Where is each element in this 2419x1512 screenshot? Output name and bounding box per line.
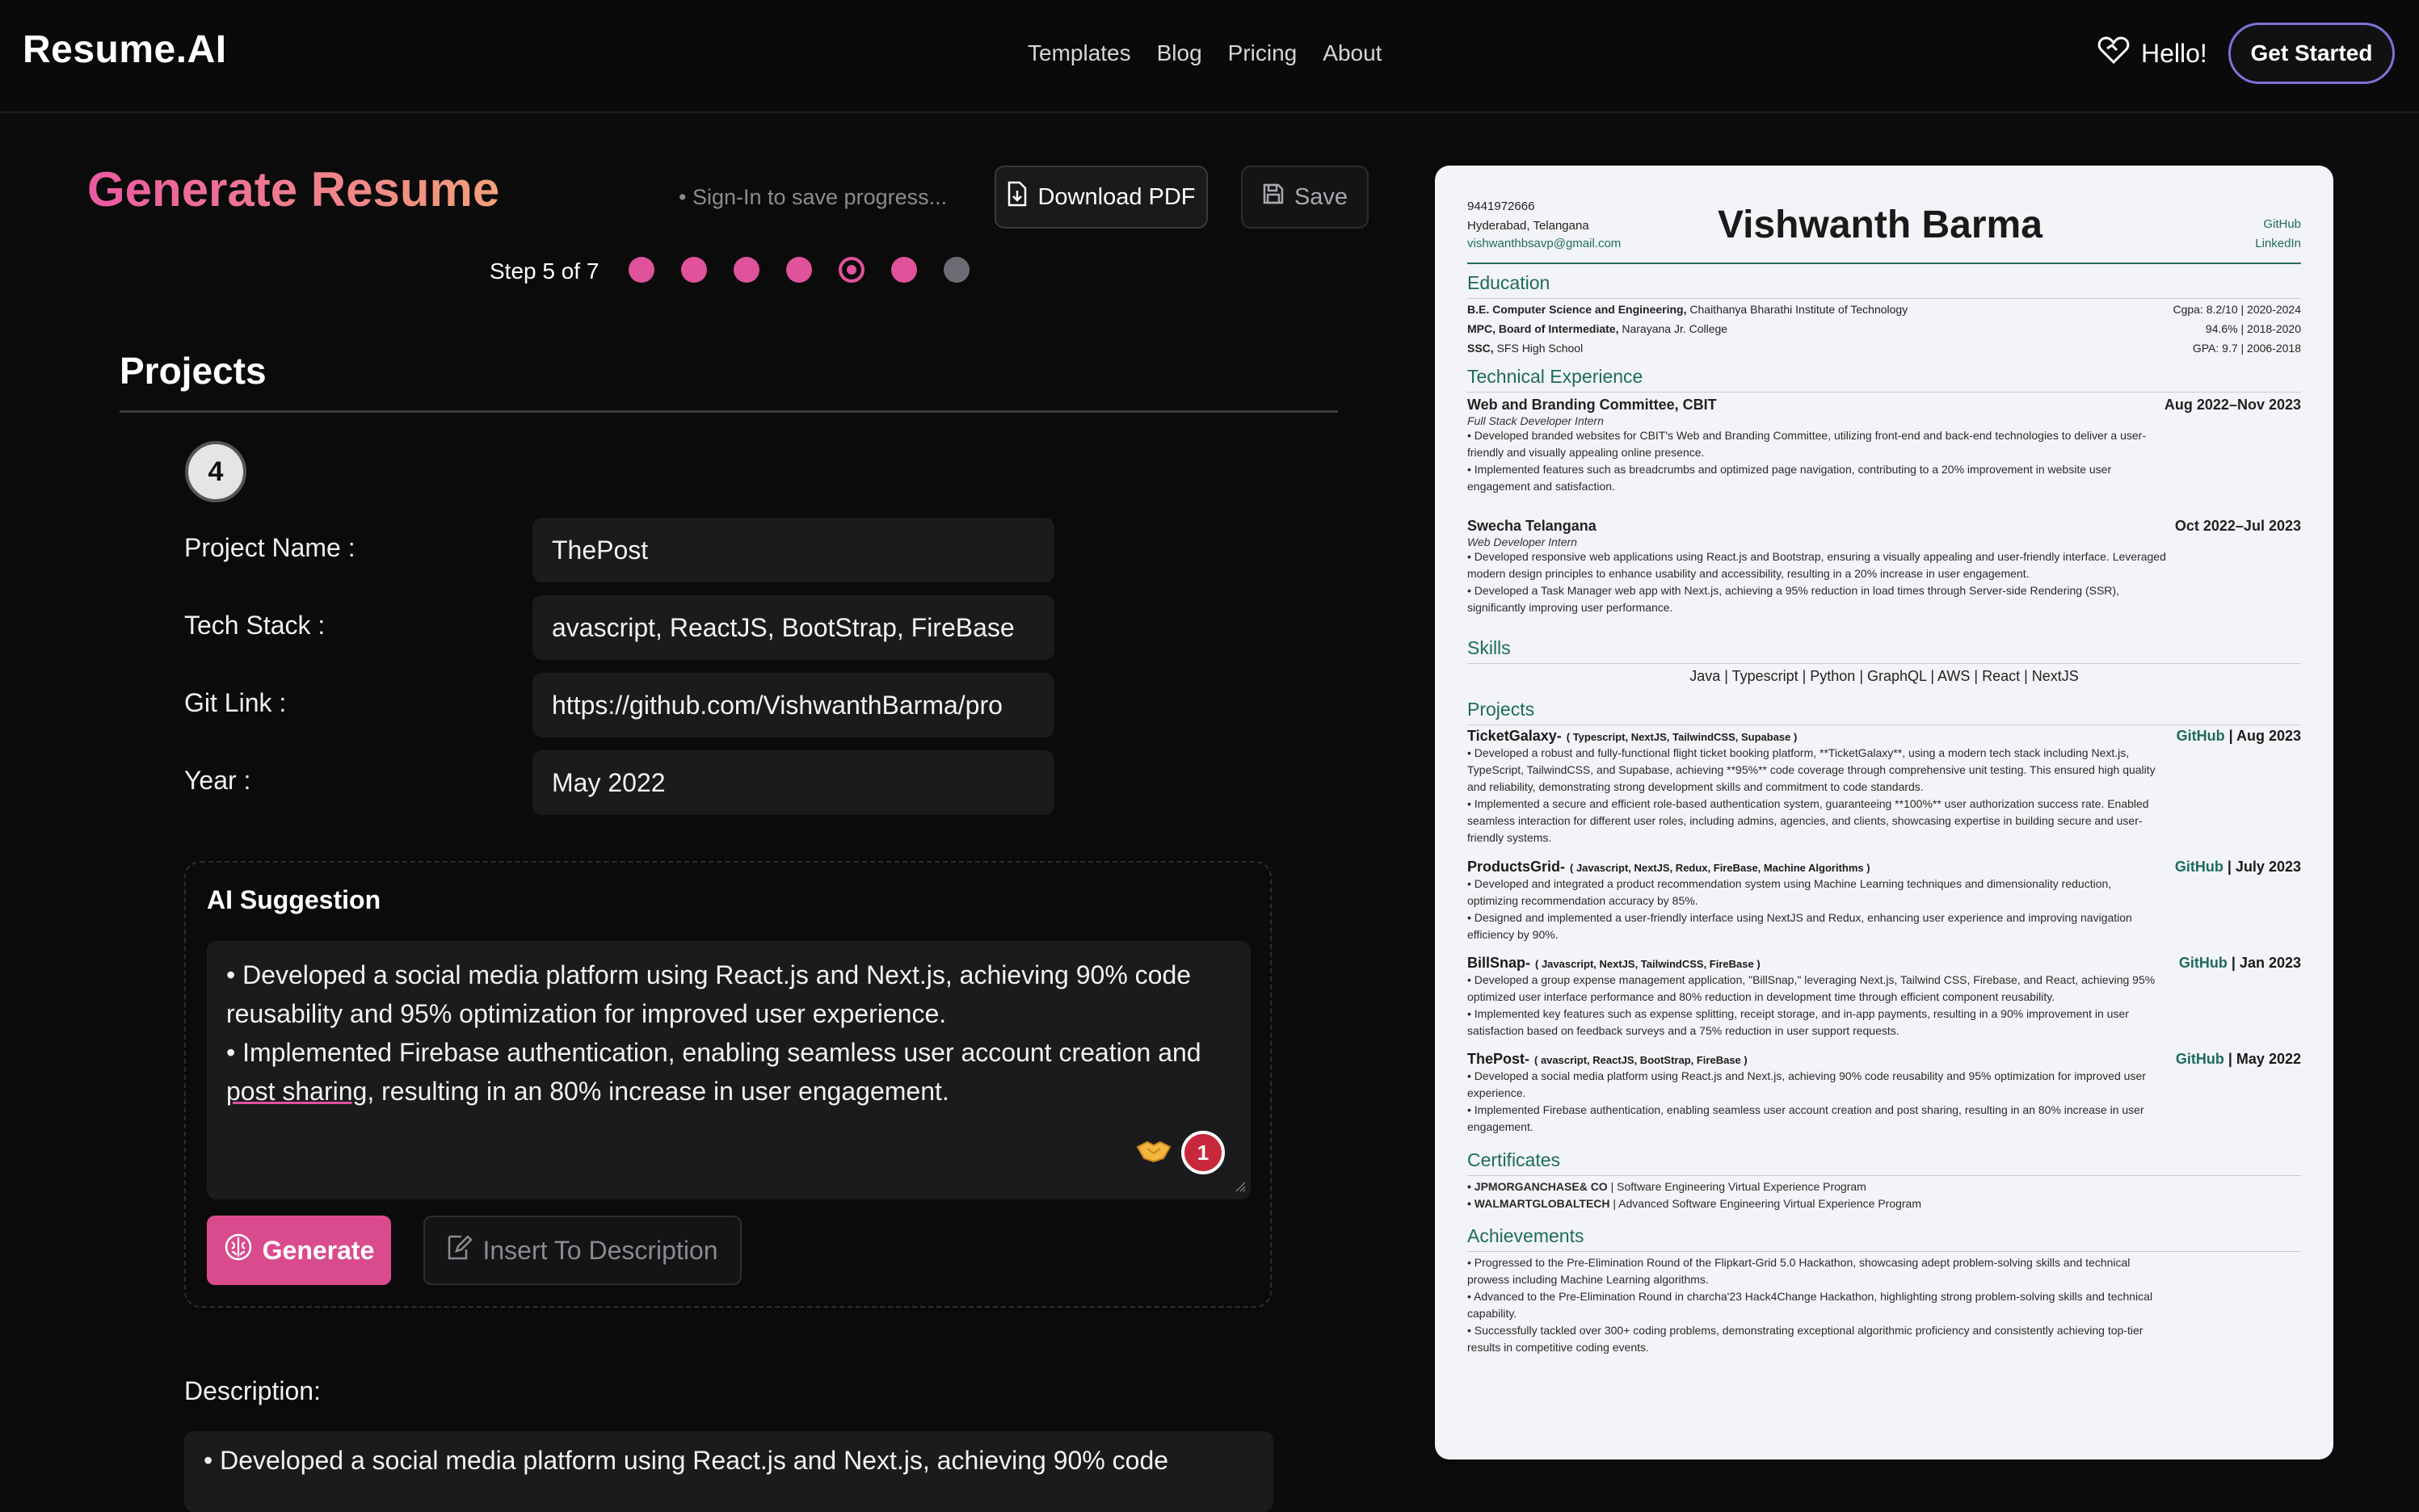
section-divider	[120, 410, 1338, 413]
resume-education-list: B.E. Computer Science and Engineering, C…	[1467, 300, 2301, 358]
resume-achievements-heading: Achievements	[1467, 1225, 1584, 1246]
section-title: Projects	[120, 350, 267, 392]
insert-to-description-button[interactable]: Insert To Description	[423, 1216, 742, 1285]
year-label: Year :	[184, 766, 251, 795]
resume-divider	[1467, 1175, 2301, 1176]
project-name-label: Project Name :	[184, 533, 355, 562]
git-link-input[interactable]: https://github.com/VishwanthBarma/pro	[532, 673, 1054, 737]
project-number-badge: 4	[185, 441, 246, 502]
resume-project-thepost: ThePost-( avascript, ReactJS, BootStrap,…	[1467, 1051, 2301, 1133]
resume-divider	[1467, 724, 2301, 725]
generate-label: Generate	[262, 1235, 375, 1265]
step-dot-3[interactable]	[734, 257, 759, 283]
brain-icon	[224, 1233, 253, 1268]
save-label: Save	[1294, 183, 1348, 210]
resume-divider	[1467, 392, 2301, 393]
step-dot-1[interactable]	[629, 257, 654, 283]
hello-label: Hello!	[2141, 38, 2207, 68]
ai-suggestion-title: AI Suggestion	[207, 885, 381, 914]
nav-link-blog[interactable]: Blog	[1157, 40, 1202, 66]
resume-experience-2: Swecha Telangana Oct 2022–Jul 2023 Web De…	[1467, 518, 2301, 614]
resume-divider	[1467, 663, 2301, 664]
insert-to-description-label: Insert To Description	[482, 1235, 718, 1265]
writing-helper-icons: 1	[1136, 1131, 1225, 1174]
resume-linkedin-link[interactable]: LinkedIn	[2255, 237, 2301, 250]
year-input[interactable]: May 2022	[532, 750, 1054, 815]
resume-divider	[1467, 298, 2301, 299]
ai-suggestion-textarea[interactable]: • Developed a social media platform usin…	[207, 941, 1251, 1199]
education-row: B.E. Computer Science and Engineering, C…	[1467, 303, 2301, 316]
step-dot-2[interactable]	[681, 257, 707, 283]
save-button[interactable]: Save	[1241, 166, 1369, 229]
get-started-button[interactable]: Get Started	[2228, 23, 2395, 84]
resume-experience-heading: Technical Experience	[1467, 366, 1643, 387]
edit-document-icon	[447, 1233, 473, 1267]
nav-link-about[interactable]: About	[1323, 40, 1382, 66]
resume-project-productsgrid: ProductsGrid-( Javascript, NextJS, Redux…	[1467, 859, 2301, 941]
nav-link-pricing[interactable]: Pricing	[1228, 40, 1298, 66]
download-pdf-label: Download PDF	[1037, 183, 1196, 210]
resume-email[interactable]: vishwanthbsavp@gmail.com	[1467, 237, 1621, 250]
description-label: Description:	[184, 1376, 321, 1405]
resize-handle-icon[interactable]	[1233, 1179, 1246, 1192]
resume-achievements-list: • Progressed to the Pre-Elimination Roun…	[1467, 1256, 2153, 1354]
resume-project-ticketgalaxy: TicketGalaxy-( Typescript, NextJS, Tailw…	[1467, 728, 2301, 844]
resume-skills-heading: Skills	[1467, 637, 1511, 658]
signin-hint: • Sign-In to save progress...	[679, 185, 948, 209]
description-textarea[interactable]: • Developed a social media platform usin…	[184, 1431, 1273, 1512]
tech-stack-input[interactable]: avascript, ReactJS, BootStrap, FireBase	[532, 595, 1054, 660]
download-pdf-button[interactable]: Download PDF	[995, 166, 1208, 229]
resume-header-rule	[1467, 262, 2301, 264]
ai-suggestion-line-1: • Developed a social media platform usin…	[226, 960, 1192, 1028]
resume-experience-1: Web and Branding Committee, CBIT Aug 2022…	[1467, 397, 2301, 493]
ai-suggestion-line-2b: , resulting in an 80% increase in user e…	[367, 1077, 949, 1106]
resume-location: Hyderabad, Telangana	[1467, 219, 1589, 233]
resume-certificates-list: • JPMORGANCHASE& CO | Software Engineeri…	[1467, 1180, 1922, 1210]
resume-projects-heading: Projects	[1467, 699, 1535, 720]
step-dots	[629, 257, 970, 283]
nav-links: Templates Blog Pricing About	[1028, 40, 1382, 66]
resume-preview: 9441972666 Hyderabad, Telangana vishwant…	[1435, 166, 2333, 1460]
resume-education-heading: Education	[1467, 272, 1550, 293]
resume-name: Vishwanth Barma	[1718, 204, 2042, 246]
git-link-label: Git Link :	[184, 688, 287, 717]
handshake-icon[interactable]	[1136, 1137, 1172, 1169]
education-row: SSC, SFS High School GPA: 9.7 | 2006-2018	[1467, 342, 2301, 355]
resume-skills-list: Java | Typescript | Python | GraphQL | A…	[1689, 668, 2079, 684]
hello-greeting[interactable]: Hello!	[2097, 36, 2207, 71]
grammar-notification-badge[interactable]: 1	[1181, 1131, 1225, 1174]
file-download-icon	[1007, 181, 1028, 213]
resume-certificates-heading: Certificates	[1467, 1149, 1561, 1170]
generate-button[interactable]: Generate	[207, 1216, 391, 1285]
spellcheck-flagged-word[interactable]: post sharing	[226, 1077, 367, 1106]
step-dot-7[interactable]	[944, 257, 970, 283]
app-logo[interactable]: Resume.AI	[23, 27, 227, 72]
resume-project-billsnap: BillSnap-( Javascript, NextJS, TailwindC…	[1467, 955, 2301, 1037]
step-dot-6[interactable]	[891, 257, 917, 283]
ai-suggestion-line-2a: • Implemented Firebase authentication, e…	[226, 1038, 1201, 1067]
step-indicator: Step 5 of 7	[490, 258, 599, 284]
heart-handshake-icon	[2097, 36, 2130, 71]
resume-divider	[1467, 1251, 2301, 1252]
step-dot-5-current[interactable]	[839, 257, 865, 283]
page-title: Generate Resume	[87, 162, 500, 216]
resume-github-link[interactable]: GitHub	[2263, 217, 2301, 231]
floppy-disk-icon	[1262, 183, 1285, 212]
education-row: MPC, Board of Intermediate, Narayana Jr.…	[1467, 322, 2301, 335]
tech-stack-label: Tech Stack :	[184, 611, 326, 640]
project-name-input[interactable]: ThePost	[532, 518, 1054, 582]
nav-link-templates[interactable]: Templates	[1028, 40, 1131, 66]
resume-phone: 9441972666	[1467, 200, 1535, 213]
step-dot-4[interactable]	[786, 257, 812, 283]
